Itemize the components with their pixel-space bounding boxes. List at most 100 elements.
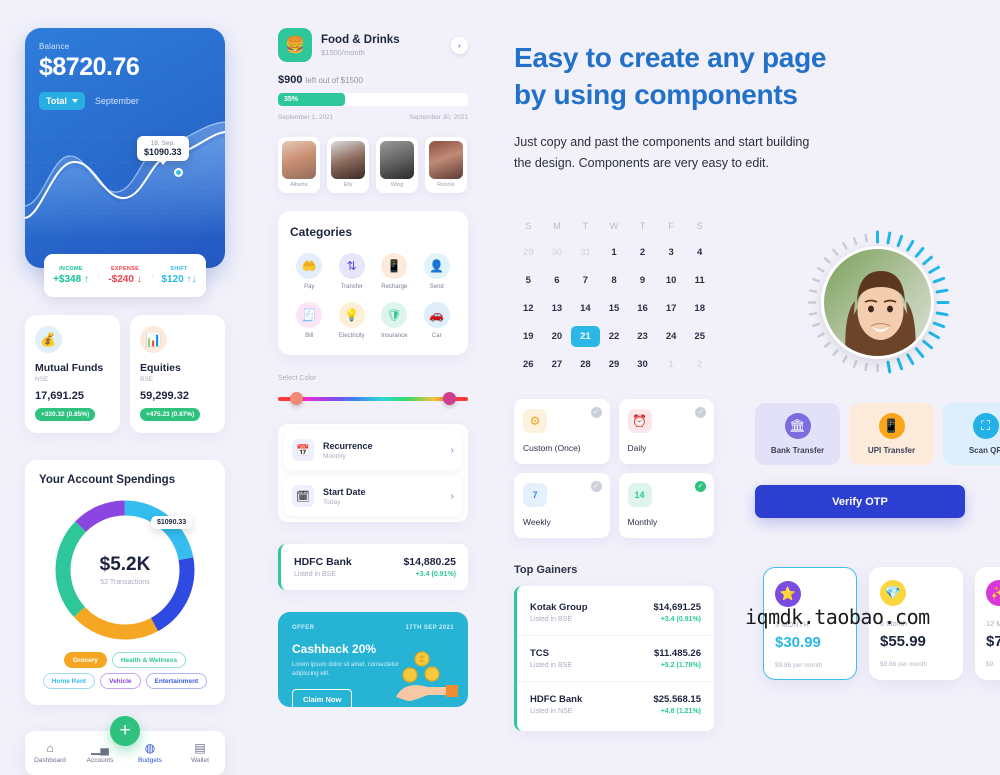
calendar-day[interactable]: 28 (571, 354, 600, 375)
calendar-day[interactable]: 29 (600, 354, 629, 375)
legend-chip-health[interactable]: Health & Wellness (111, 652, 187, 668)
nav-label: Wallet (191, 757, 209, 764)
legend-chip-entertainment[interactable]: Entertainment (145, 673, 208, 689)
legend-chip-grocery[interactable]: Grocery (63, 652, 107, 668)
gainer-price: $25.568.15 (653, 693, 701, 705)
calendar-day[interactable]: 2 (685, 354, 714, 375)
nav-item-accounts[interactable]: ▁▄ Accounts (75, 742, 125, 764)
calendar-day[interactable]: 6 (543, 270, 572, 291)
table-row[interactable]: TCS Listed in BSE $11.485.26 +5.2 (1.78%… (517, 634, 714, 681)
top-gainers-title: Top Gainers (514, 563, 578, 576)
calendar-day[interactable]: 2 (628, 242, 657, 263)
category-recharge[interactable]: 📱 Recharge (375, 253, 414, 290)
calendar-day[interactable]: 9 (628, 270, 657, 291)
balance-month: September (94, 96, 139, 106)
option-custom-once[interactable]: ⚙ Custom (Once) ✓ (514, 398, 610, 464)
star-badge-icon: ⭐ (775, 581, 801, 607)
calendar-day[interactable]: 1 (600, 242, 629, 263)
budget-subtitle: $1500/month (321, 47, 365, 57)
option-monthly[interactable]: 14 Monthly ✓ (618, 472, 714, 538)
avatar[interactable] (821, 246, 934, 359)
calendar-day[interactable]: 17 (657, 298, 686, 319)
member-card[interactable]: Elly (327, 137, 369, 193)
calendar-day[interactable]: 1 (657, 354, 686, 375)
chevron-right-icon[interactable]: › (451, 36, 468, 54)
weekday-header: T (639, 220, 646, 231)
calendar-day[interactable]: 3 (657, 242, 686, 263)
investment-exchange: NSE (35, 376, 49, 383)
category-bill[interactable]: 🧾 Bill (290, 302, 329, 339)
legend-chip-vehicle[interactable]: Vehicle (100, 673, 141, 689)
nav-item-dashboard[interactable]: ⌂ Dashboard (25, 742, 75, 764)
category-transfer[interactable]: ⇅ Transfer (333, 253, 372, 290)
calendar-day[interactable]: 8 (600, 270, 629, 291)
pricing-card-12-month[interactable]: ✨ 12 Month $7 $9. (975, 567, 1000, 680)
calendar-day[interactable]: 24 (657, 326, 686, 347)
list-item-start-date[interactable]: 🗓 Start Date Today › (284, 476, 462, 516)
bank-stock-card[interactable]: HDFC Bank Listed in BSE $14,880.25 +3.4 … (278, 544, 468, 590)
calendar-day[interactable]: 26 (514, 354, 543, 375)
transfer-scan-qr-button[interactable]: ⛶ Scan QR (943, 403, 1000, 465)
spendings-total: $5.2K (99, 554, 151, 575)
table-row[interactable]: HDFC Bank Listed in NSE $25.568.15 +4.8 … (517, 680, 714, 727)
alarm-clock-icon: ⏰ (627, 408, 652, 433)
calendar-day[interactable]: 16 (628, 298, 657, 319)
category-send[interactable]: 👤 Send (418, 253, 457, 290)
calendar-day[interactable]: 14 (571, 298, 600, 319)
calendar-day[interactable]: 5 (514, 270, 543, 291)
calendar-day[interactable]: 30 (543, 242, 572, 263)
calendar-day-selected[interactable]: 21 (571, 325, 600, 347)
calendar-day[interactable]: 25 (685, 326, 714, 347)
member-card[interactable]: Ronnie (425, 137, 467, 193)
calendar-day[interactable]: 23 (628, 326, 657, 347)
color-slider-handle-right[interactable] (443, 392, 456, 405)
member-card[interactable]: Wing (376, 137, 418, 193)
investment-card-mutual-funds[interactable]: 💰 Mutual Funds NSE 17,691.25 +320.32 (0.… (25, 315, 120, 433)
claim-now-button[interactable]: Claim Now (292, 688, 353, 707)
category-pay[interactable]: 🤲 Pay (290, 253, 329, 290)
nav-item-wallet[interactable]: ▤ Wallet (175, 742, 225, 764)
option-weekly[interactable]: 7 Weekly ✓ (514, 472, 610, 538)
color-slider-handle-left[interactable] (290, 392, 303, 405)
legend-chip-home-rent[interactable]: Home Rent (42, 673, 96, 689)
budget-remaining: $900 left out of $1500 (278, 74, 468, 86)
table-row[interactable]: Kotak Group Listed in BSE $14,691.25 +3.… (517, 590, 714, 635)
calendar-day[interactable]: 18 (685, 298, 714, 319)
calendar-day[interactable]: 19 (514, 326, 543, 347)
nav-label: Accounts (86, 757, 114, 764)
gainer-name: TCS (530, 647, 549, 659)
calendar-day[interactable]: 22 (600, 326, 629, 347)
calendar-day[interactable]: 31 (571, 242, 600, 263)
calendar-day[interactable]: 11 (685, 270, 714, 291)
calendar-day[interactable]: 20 (543, 326, 572, 347)
option-label: Monthly (627, 516, 658, 527)
transfer-bank-button[interactable]: 🏛 Bank Transfer (755, 403, 840, 465)
member-card[interactable]: Alberta (278, 137, 320, 193)
page-title: Easy to create any page by using compone… (514, 40, 944, 114)
add-button[interactable]: + (110, 716, 140, 746)
calendar-day[interactable]: 15 (600, 298, 629, 319)
transfer-upi-button[interactable]: 📱 UPI Transfer (849, 403, 934, 465)
member-name: Ronnie (437, 182, 455, 188)
calendar-day[interactable]: 7 (571, 270, 600, 291)
nav-item-budgets[interactable]: ◍ Budgets (125, 742, 175, 764)
category-insurance[interactable]: 🛡 Insurance (375, 302, 414, 339)
list-item-recurrence[interactable]: 📅 Recurrence Monthly › (284, 430, 462, 470)
categories-card: Categories 🤲 Pay ⇅ Transfer 📱 Recharge 👤… (278, 211, 468, 355)
check-icon-selected: ✓ (695, 480, 706, 492)
member-name: Alberta (290, 182, 308, 188)
investment-card-equities[interactable]: 📊 Equities BSE 59,299.32 +475.23 (0.87%) (130, 315, 225, 433)
category-car[interactable]: 🚗 Car (418, 302, 457, 339)
color-slider[interactable] (278, 390, 468, 408)
category-electricity[interactable]: 💡 Electricity (333, 302, 372, 339)
verify-otp-button[interactable]: Verify OTP (755, 485, 965, 518)
calendar-day[interactable]: 30 (628, 354, 657, 375)
calendar-day[interactable]: 29 (514, 242, 543, 263)
calendar-day[interactable]: 27 (543, 354, 572, 375)
calendar-day[interactable]: 10 (657, 270, 686, 291)
calendar-day[interactable]: 13 (543, 298, 572, 319)
option-daily[interactable]: ⏰ Daily ✓ (618, 398, 714, 464)
calendar-day[interactable]: 12 (514, 298, 543, 319)
balance-filter-dropdown[interactable]: Total (39, 92, 85, 110)
calendar-day[interactable]: 4 (685, 242, 714, 263)
